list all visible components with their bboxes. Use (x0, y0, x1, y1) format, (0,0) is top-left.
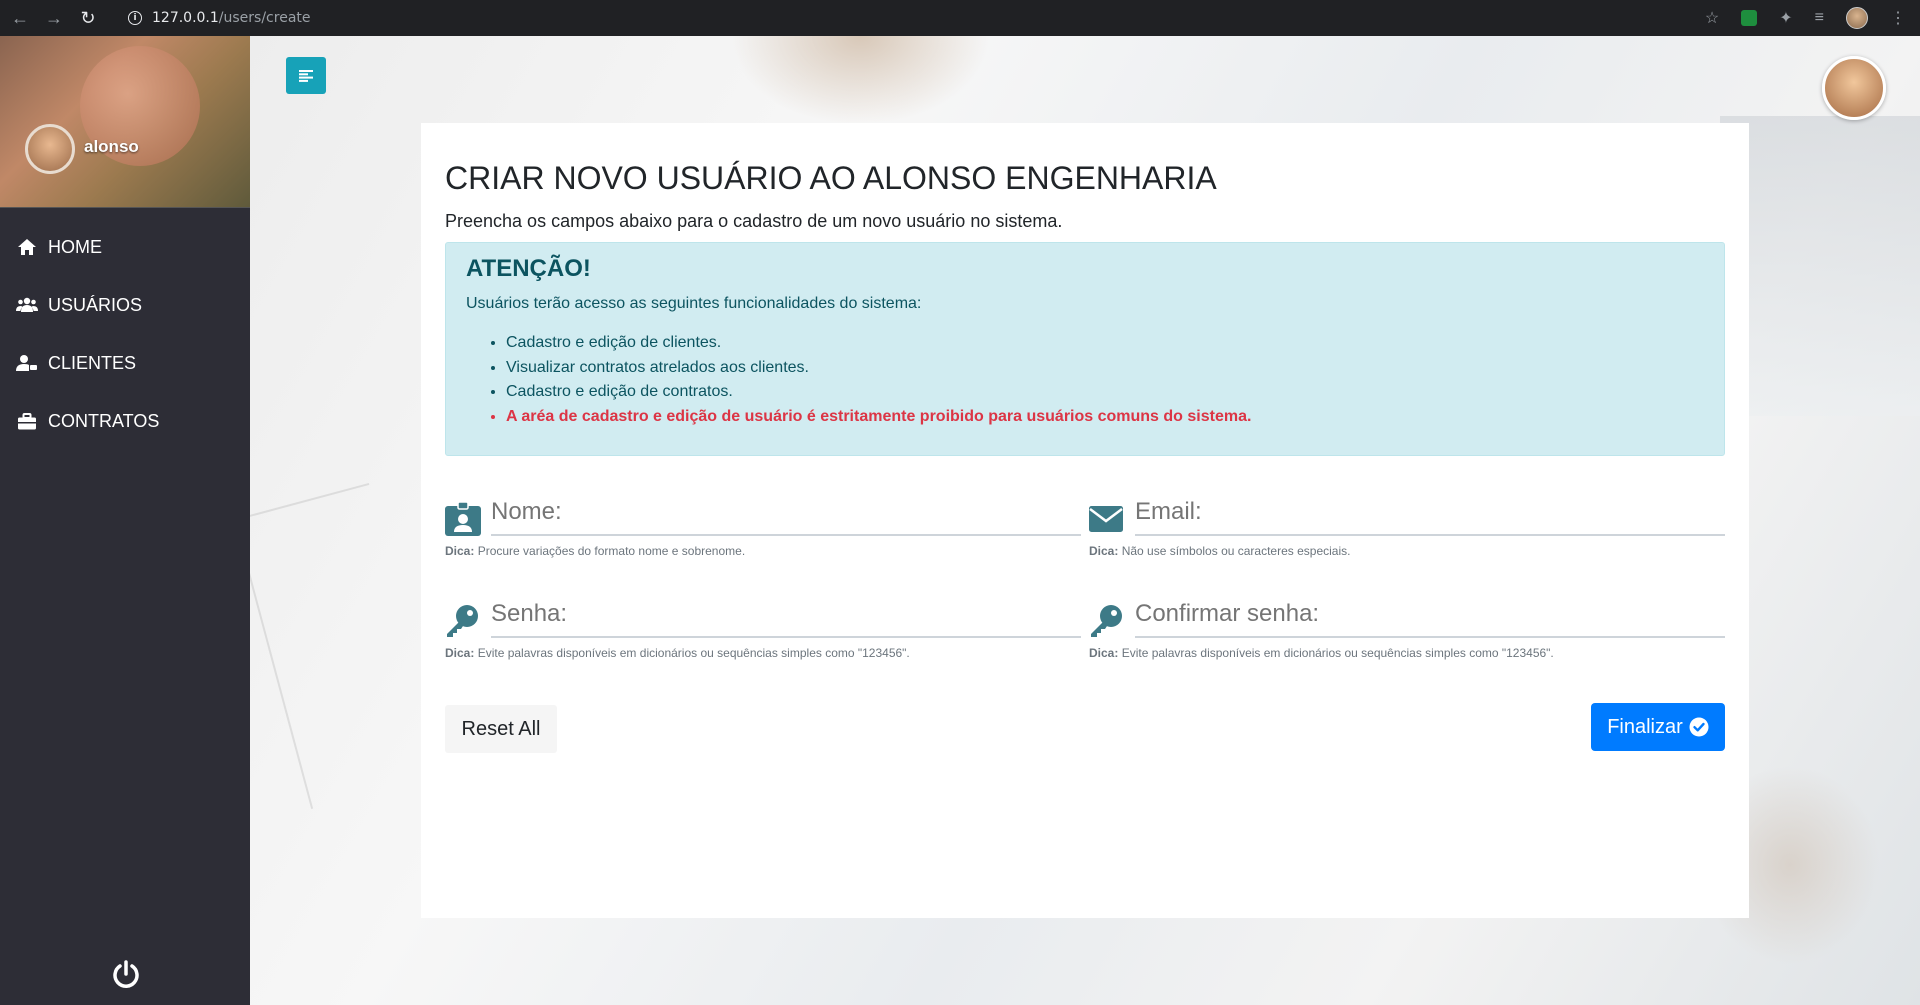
puzzle-icon[interactable]: ✦ (1779, 8, 1792, 28)
envelope-icon (1089, 502, 1127, 536)
name-field-group: Dica: Procure variações do formato nome … (445, 496, 1081, 558)
page-subtitle: Preencha os campos abaixo para o cadastr… (445, 211, 1063, 232)
forward-button[interactable]: → (40, 4, 68, 32)
username: alonso (84, 137, 139, 156)
main-content: CRIAR NOVO USUÁRIO AO ALONSO ENGENHARIA … (250, 36, 1920, 1005)
sidebar-item-contratos[interactable]: CONTRATOS (0, 392, 250, 450)
sidebar-item-clientes[interactable]: CLIENTES (0, 334, 250, 392)
hint-text: Evite palavras disponíveis em dicionário… (477, 646, 910, 661)
page-title: CRIAR NOVO USUÁRIO AO ALONSO ENGENHARIA (445, 160, 1217, 196)
submit-label: Finalizar (1607, 715, 1683, 738)
hint-label: Dica: (445, 646, 475, 661)
hint-text: Procure variações do formato nome e sobr… (477, 544, 746, 559)
browser-toolbar: ← → ↻ i 127.0.0.1/users/create ☆ ✦ ≡ ⋮ (0, 0, 1920, 36)
submit-button[interactable]: Finalizar (1591, 703, 1725, 751)
background-image (250, 482, 447, 810)
address-bar[interactable]: i 127.0.0.1/users/create (128, 10, 311, 26)
sidebar-item-usuarios[interactable]: USUÁRIOS (0, 276, 250, 334)
reload-button[interactable]: ↻ (74, 4, 102, 32)
sidebar-item-home[interactable]: HOME (0, 218, 250, 276)
sidebar-menu: HOME USUÁRIOS CLIENTES CONTRATOS (0, 218, 250, 450)
name-hint: Dica: Procure variações do formato nome … (445, 544, 1081, 558)
user-tag-icon (16, 354, 38, 372)
reset-button[interactable]: Reset All (445, 705, 557, 753)
email-field[interactable] (1135, 496, 1725, 537)
arrow-right-icon: → (45, 7, 63, 28)
hint-text: Não use símbolos ou caracteres especiais… (1121, 544, 1351, 559)
password-hint: Dica: Evite palavras disponíveis em dici… (445, 646, 1081, 660)
avatar[interactable] (25, 124, 75, 174)
user-panel: alonso (0, 36, 250, 208)
form-card: CRIAR NOVO USUÁRIO AO ALONSO ENGENHARIA … (421, 123, 1749, 918)
hint-label: Dica: (445, 544, 475, 559)
key-icon (1089, 604, 1127, 638)
url-host: 127.0.0.1 (152, 10, 219, 26)
list-item: Cadastro e edição de contratos. (506, 380, 1704, 405)
alert-intro: Usuários terão acesso as seguintes funci… (466, 295, 922, 313)
reload-icon: ↻ (80, 7, 96, 28)
arrow-left-icon: ← (11, 7, 29, 28)
profile-avatar[interactable] (1846, 7, 1868, 29)
media-icon[interactable]: ≡ (1815, 9, 1824, 27)
id-card-icon (445, 502, 483, 537)
background-image (730, 36, 990, 126)
hint-label: Dica: (1089, 544, 1119, 559)
kebab-menu-icon[interactable]: ⋮ (1890, 8, 1906, 28)
sidebar-item-label: CLIENTES (48, 352, 137, 373)
sidebar-toggle-button[interactable] (286, 57, 326, 94)
star-icon[interactable]: ☆ (1705, 8, 1719, 28)
user-avatar[interactable] (1822, 56, 1886, 120)
password-input[interactable] (491, 598, 1081, 639)
confirm-password-input[interactable] (1135, 598, 1725, 639)
hint-text: Evite palavras disponíveis em dicionário… (1121, 646, 1554, 661)
alert-list: Cadastro e edição de clientes. Visualiza… (466, 331, 1704, 429)
list-item-warning: A aréa de cadastro e edição de usuário é… (506, 405, 1704, 430)
sidebar-item-label: CONTRATOS (48, 410, 160, 431)
email-hint: Dica: Não use símbolos ou caracteres esp… (1089, 544, 1725, 558)
back-button[interactable]: ← (6, 4, 34, 32)
url-path: /users/create (218, 10, 311, 26)
sidebar-item-label: USUÁRIOS (48, 294, 143, 315)
users-icon (16, 297, 38, 313)
password-field-group: Dica: Evite palavras disponíveis em dici… (445, 598, 1081, 660)
background-image (1720, 116, 1920, 416)
info-alert: ATENÇÃO! Usuários terão acesso as seguin… (445, 242, 1725, 457)
sidebar: alonso HOME USUÁRIOS CLIENTES CONTRATOS (0, 36, 250, 1005)
confirm-password-field-group: Dica: Evite palavras disponíveis em dici… (1089, 598, 1725, 660)
hint-label: Dica: (1089, 646, 1119, 661)
align-left-icon (299, 69, 313, 82)
key-icon (445, 604, 483, 638)
home-icon (16, 238, 38, 256)
check-circle-icon (1689, 717, 1709, 737)
alert-heading: ATENÇÃO! (466, 255, 591, 283)
power-icon[interactable] (110, 959, 142, 991)
name-input[interactable] (491, 496, 1081, 537)
email-field-group: Dica: Não use símbolos ou caracteres esp… (1089, 496, 1725, 558)
confirm-password-hint: Dica: Evite palavras disponíveis em dici… (1089, 646, 1725, 660)
list-item: Cadastro e edição de clientes. (506, 331, 1704, 356)
extension-shield-icon[interactable] (1741, 10, 1758, 26)
info-icon[interactable]: i (128, 11, 142, 25)
briefcase-icon (16, 412, 38, 430)
sidebar-item-label: HOME (48, 236, 102, 257)
list-item: Visualizar contratos atrelados aos clien… (506, 356, 1704, 381)
